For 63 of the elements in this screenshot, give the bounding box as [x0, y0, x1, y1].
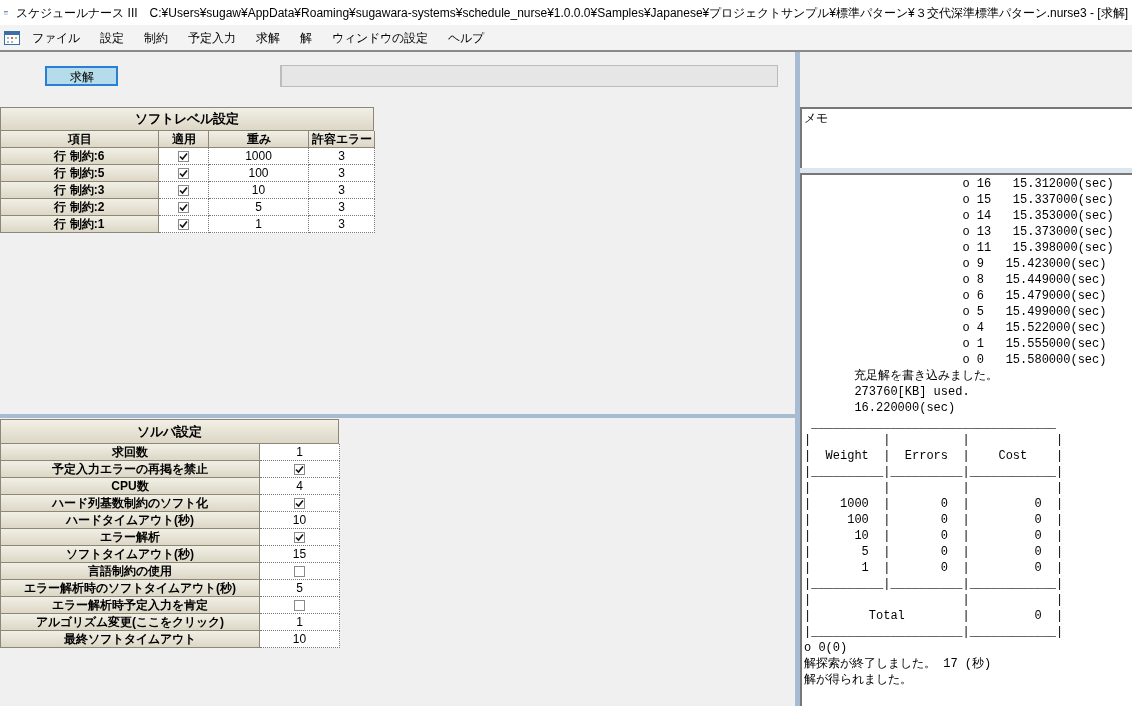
- memo-box[interactable]: メモ: [800, 107, 1132, 168]
- table-cell: 1000: [209, 148, 309, 165]
- table-cell: 5: [209, 199, 309, 216]
- table-cell: 3: [309, 165, 375, 182]
- table-cell: 1: [260, 444, 340, 461]
- column-header: 重み: [209, 131, 309, 148]
- checked-checkbox[interactable]: [178, 167, 189, 179]
- checked-checkbox[interactable]: [178, 184, 189, 196]
- checked-checkbox[interactable]: [294, 531, 305, 543]
- row-header: ソフトタイムアウト(秒): [1, 546, 260, 563]
- menu-item[interactable]: ヘルプ: [440, 28, 492, 47]
- column-header: 項目: [1, 131, 159, 148]
- table-cell: 3: [309, 182, 375, 199]
- row-header: エラー解析時予定入力を肯定: [1, 597, 260, 614]
- menu-item[interactable]: 求解: [248, 28, 288, 47]
- row-header: CPU数: [1, 478, 260, 495]
- document-icon: [4, 30, 20, 45]
- row-header: 行 制約:6: [1, 148, 159, 165]
- menu-item[interactable]: ファイル: [24, 28, 88, 47]
- table-title: ソルバ設定: [1, 420, 339, 444]
- table-cell: 15: [260, 546, 340, 563]
- checked-checkbox[interactable]: [178, 150, 189, 162]
- table-cell: 100: [209, 165, 309, 182]
- table-cell: 10: [260, 512, 340, 529]
- table-title: ソフトレベル設定: [1, 108, 374, 131]
- row-header: 予定入力エラーの再掲を禁止: [1, 461, 260, 478]
- table-cell: 1: [260, 614, 340, 631]
- checked-checkbox[interactable]: [294, 463, 305, 475]
- checked-checkbox[interactable]: [178, 201, 189, 213]
- window-title: スケジュールナース III C:¥Users¥sugaw¥AppData¥Roaming¥sugawara-systems¥schedule_nurse¥1.0.0.0¥Samples¥Japanese¥プロジェクトサンプル¥標準パターン¥３交代深準標準パターン.nurse3 - [求解]: [16, 4, 1128, 22]
- table-cell: 1: [209, 216, 309, 233]
- row-header: 言語制約の使用: [1, 563, 260, 580]
- menu-item[interactable]: ウィンドウの設定: [324, 28, 436, 47]
- column-header: 許容エラー: [309, 131, 375, 148]
- row-header: 行 制約:3: [1, 182, 159, 199]
- menu-item[interactable]: 予定入力: [180, 28, 244, 47]
- row-header: 最終ソフトタイムアウト: [1, 631, 260, 648]
- table-cell: 10: [209, 182, 309, 199]
- table-cell: 3: [309, 216, 375, 233]
- table-cell: 5: [260, 580, 340, 597]
- menu-item[interactable]: 制約: [136, 28, 176, 47]
- checkbox[interactable]: [294, 599, 305, 611]
- row-header: エラー解析: [1, 529, 260, 546]
- row-header: ハードタイムアウト(秒): [1, 512, 260, 529]
- solve-button[interactable]: 求解: [45, 66, 118, 86]
- row-header: 行 制約:5: [1, 165, 159, 182]
- menu-item[interactable]: 解: [292, 28, 320, 47]
- table-cell: 10: [260, 631, 340, 648]
- log-output: o 16 15.312000(sec) o 15 15.337000(sec) o 14 15.353000(sec) o 13 15.373000(sec) o 11 15.398000(sec) o 9 15.423000(sec) o 8 15.449000(sec) o 6 15.479000(sec) o 5 15.499000(sec) o 4 15.522000(sec) o 1 15.555000(sec) o 0 15.580000(sec) 充足解を書き込みました。 273760[KB] used. 16.220000(sec) __________________________________ | | | | | Weight | Errors | Cost | |__________|__________|____________| | | | | | 1000 | 0 | 0 | | 100 | 0 | 0 | | 10 | 0 | 0 | | 5 | 0 | 0 | | 1 | 0 | 0 | |__________|__________|____________| | | | | Total | 0 | |_____________________|____________| o 0(0) 解探索が終了しました。 17 (秒) 解が得られました。: [800, 173, 1132, 706]
- table-cell: 3: [309, 148, 375, 165]
- row-header: 行 制約:2: [1, 199, 159, 216]
- row-header: 行 制約:1: [1, 216, 159, 233]
- checkbox[interactable]: [294, 565, 305, 577]
- row-header: ハード列基数制約のソフト化: [1, 495, 260, 512]
- menu-item[interactable]: 設定: [92, 28, 132, 47]
- row-header: 求回数: [1, 444, 260, 461]
- row-header: アルゴリズム変更(ここをクリック): [1, 614, 260, 631]
- column-header: 適用: [159, 131, 209, 148]
- table-cell: 3: [309, 199, 375, 216]
- checked-checkbox[interactable]: [294, 497, 305, 509]
- checked-checkbox[interactable]: [178, 218, 189, 230]
- row-header: エラー解析時のソフトタイムアウト(秒): [1, 580, 260, 597]
- table-cell: 4: [260, 478, 340, 495]
